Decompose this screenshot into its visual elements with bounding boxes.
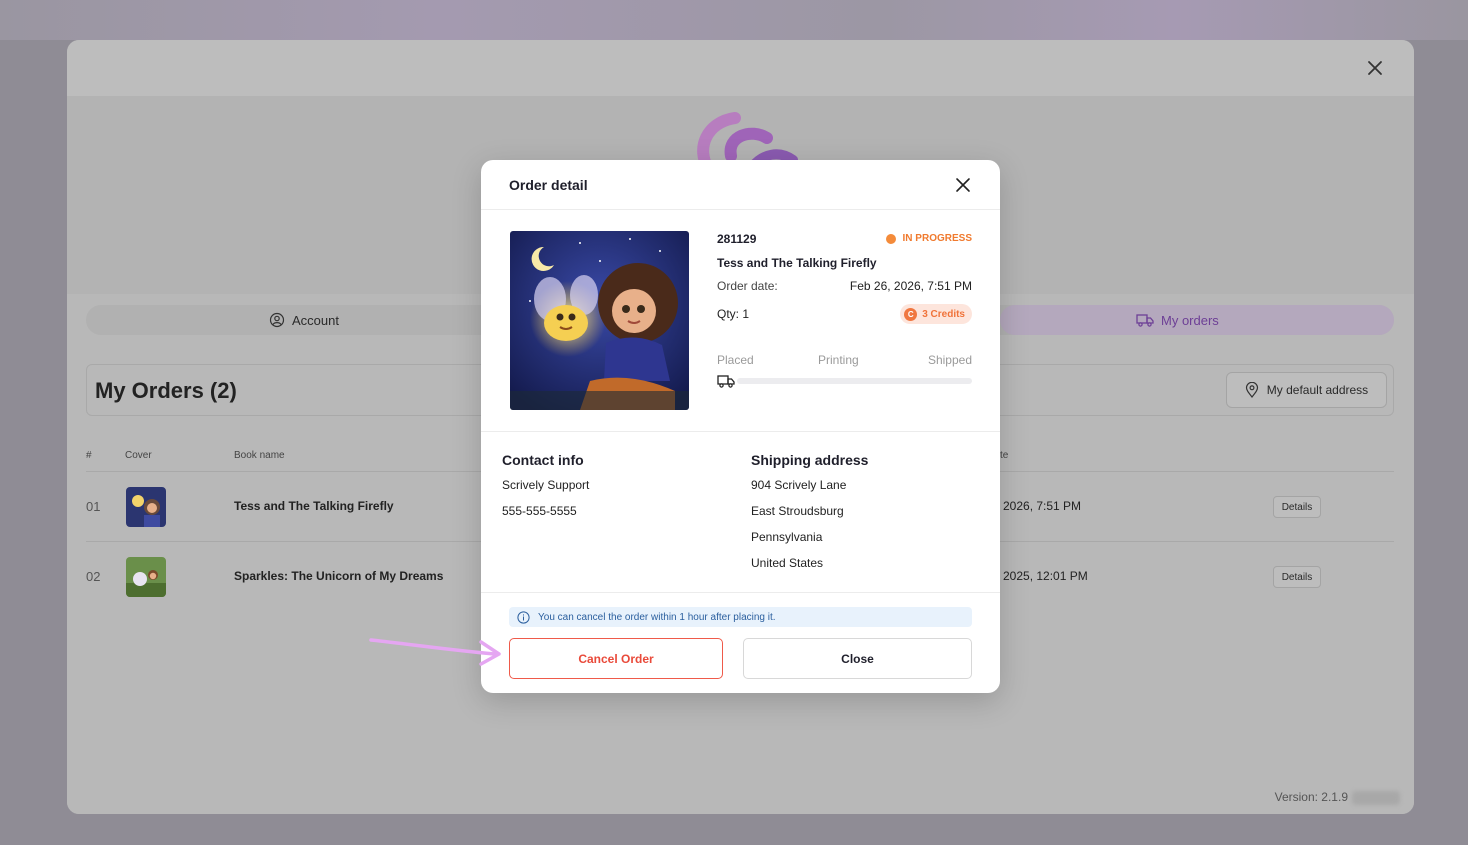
status-badge: IN PROGRESS <box>885 233 972 244</box>
annotation-arrow-icon <box>369 638 501 666</box>
book-cover-image <box>510 231 689 410</box>
cancel-notice: You can cancel the order within 1 hour a… <box>509 607 972 627</box>
details-button[interactable]: Details <box>1273 496 1321 518</box>
tab-account-label: Account <box>292 312 339 328</box>
shipping-address-title: Shipping address <box>751 452 869 468</box>
order-id: 281129 <box>717 232 757 246</box>
book-cover-thumbnail <box>126 557 166 597</box>
shipping-address-line: Pennsylvania <box>751 530 823 544</box>
cancel-order-button[interactable]: Cancel Order <box>509 638 723 679</box>
backdrop <box>0 0 1468 40</box>
shipping-address-line: East Stroudsburg <box>751 504 844 518</box>
status-text: IN PROGRESS <box>902 233 972 244</box>
window-topbar <box>67 40 1414 96</box>
divider <box>481 431 1000 432</box>
step-printing: Printing <box>818 353 859 367</box>
contact-phone: 555-555-5555 <box>502 504 577 518</box>
truck-icon <box>1136 314 1154 327</box>
step-shipped: Shipped <box>927 353 972 367</box>
tab-my-orders[interactable]: My orders <box>1136 305 1219 335</box>
shipping-address-line: United States <box>751 556 824 570</box>
modal-title: Order detail <box>509 177 588 193</box>
truck-icon <box>717 375 735 388</box>
location-pin-icon <box>1245 382 1258 398</box>
column-header-num: # <box>86 450 92 461</box>
close-button[interactable]: Close <box>743 638 972 679</box>
shipping-address-line: 904 Scrively Lane <box>751 478 847 492</box>
order-date-label: Order date: <box>717 279 778 293</box>
book-name: Tess and The Talking Firefly <box>234 499 394 513</box>
contact-info-title: Contact info <box>502 452 584 468</box>
tab-account[interactable]: Account <box>269 305 339 335</box>
details-button[interactable]: Details <box>1273 566 1321 588</box>
book-title: Tess and The Talking Firefly <box>717 256 877 270</box>
version-redacted <box>1352 791 1400 805</box>
order-date-value: Feb 26, 2026, 7:51 PM <box>849 279 972 293</box>
user-circle-icon <box>269 312 285 328</box>
default-address-label: My default address <box>1266 383 1369 397</box>
tab-my-orders-label: My orders <box>1161 312 1219 328</box>
modal-close-button[interactable] <box>954 176 972 194</box>
notice-text: You can cancel the order within 1 hour a… <box>538 611 776 623</box>
order-date: 2026, 7:51 PM <box>1003 499 1082 513</box>
progress-labels: Placed Printing Shipped <box>717 353 972 369</box>
column-header-date: te <box>1000 450 1009 461</box>
status-dot-icon <box>885 233 896 244</box>
credits-badge: C 3 Credits <box>900 304 972 324</box>
quantity: Qty: 1 <box>717 307 750 321</box>
info-icon <box>517 610 530 624</box>
contact-name: Scrively Support <box>502 478 590 492</box>
book-cover-thumbnail <box>126 487 166 527</box>
close-icon <box>956 178 970 192</box>
column-header-book-name: Book name <box>234 450 285 461</box>
step-placed: Placed <box>717 353 754 367</box>
progress-bar <box>737 378 972 384</box>
version-label: Version: 2.1.9 <box>1274 790 1348 804</box>
modal-header: Order detail <box>481 160 1000 210</box>
book-name: Sparkles: The Unicorn of My Dreams <box>234 569 444 583</box>
credits-coin-icon: C <box>904 307 918 321</box>
credits-text: 3 Credits <box>922 308 965 320</box>
row-number: 01 <box>86 499 101 514</box>
column-header-cover: Cover <box>125 450 152 461</box>
close-icon <box>1368 61 1382 75</box>
row-number: 02 <box>86 569 101 584</box>
order-date: 2025, 12:01 PM <box>1003 569 1088 583</box>
window-close-button[interactable] <box>1364 57 1386 79</box>
order-detail-modal: Order detail 281129 IN PROGRESS Tess and… <box>481 160 1000 693</box>
default-address-button[interactable]: My default address <box>1226 372 1387 408</box>
divider <box>481 592 1000 593</box>
page-title: My Orders (2) <box>95 378 237 403</box>
